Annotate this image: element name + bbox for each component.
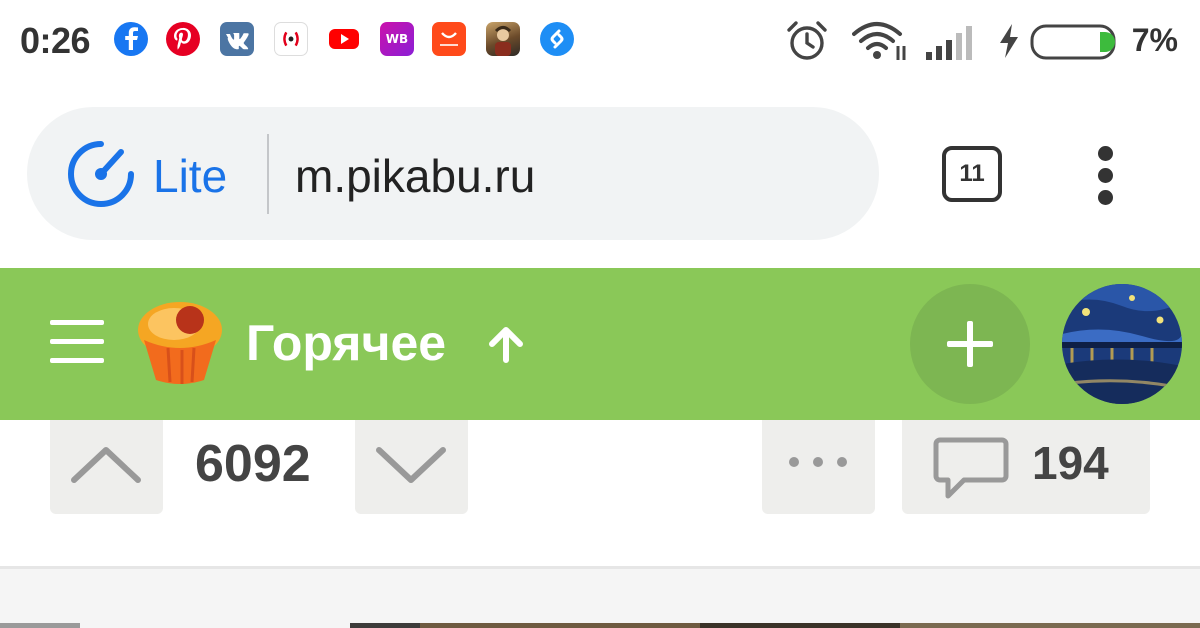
next-post-image-edge	[0, 623, 1200, 628]
speedometer-icon	[68, 141, 134, 207]
arrow-up-icon[interactable]	[484, 324, 528, 364]
browser-menu-button[interactable]	[1088, 144, 1124, 206]
more-dots-icon	[789, 457, 847, 467]
facebook-icon	[114, 22, 148, 56]
chevron-down-icon	[376, 447, 446, 483]
pikabu-logo-icon[interactable]	[132, 298, 228, 386]
shazam-icon	[540, 22, 574, 56]
next-post-preview[interactable]	[0, 569, 1200, 628]
wildberries-icon: WB	[380, 22, 414, 56]
pinterest-icon	[166, 22, 200, 56]
avatar[interactable]	[1062, 284, 1182, 404]
comments-count: 194	[1032, 437, 1109, 489]
game-icon	[486, 22, 520, 56]
downvote-button[interactable]	[355, 420, 468, 514]
lite-mode-label: Lite	[153, 150, 228, 202]
url-text[interactable]: m.pikabu.ru	[295, 149, 535, 203]
youtube-icon	[327, 22, 361, 56]
chevron-up-icon	[71, 447, 141, 483]
comments-button[interactable]: 194	[902, 420, 1150, 514]
clock: 0:26	[20, 20, 91, 61]
section-title[interactable]: Горячее	[246, 314, 446, 372]
battery-icon	[1030, 24, 1116, 60]
wifi-icon	[852, 22, 906, 60]
tab-switcher-button[interactable]: 11	[942, 146, 1002, 202]
add-post-button[interactable]	[910, 284, 1030, 404]
url-divider	[267, 134, 269, 214]
tab-count: 11	[959, 160, 985, 187]
hamburger-menu-icon[interactable]	[50, 320, 104, 364]
signal-icon	[926, 26, 972, 60]
aliexpress-icon	[432, 22, 466, 56]
comment-icon	[933, 437, 1009, 499]
upvote-button[interactable]	[50, 420, 163, 514]
post-rating: 6092	[195, 435, 311, 493]
alarm-icon	[787, 21, 827, 60]
vk-icon	[220, 22, 254, 56]
radio-icon	[274, 22, 308, 56]
menu-dot	[1098, 146, 1113, 161]
menu-dot	[1098, 168, 1113, 183]
more-options-button[interactable]	[762, 420, 875, 514]
site-header: Горячее	[0, 268, 1200, 420]
address-bar[interactable]: Lite m.pikabu.ru	[27, 107, 879, 240]
battery-percentage: 7%	[1131, 22, 1178, 58]
charging-icon	[1000, 24, 1018, 58]
status-bar: 0:26 WB 7%	[0, 0, 1200, 82]
menu-dot	[1098, 190, 1113, 205]
